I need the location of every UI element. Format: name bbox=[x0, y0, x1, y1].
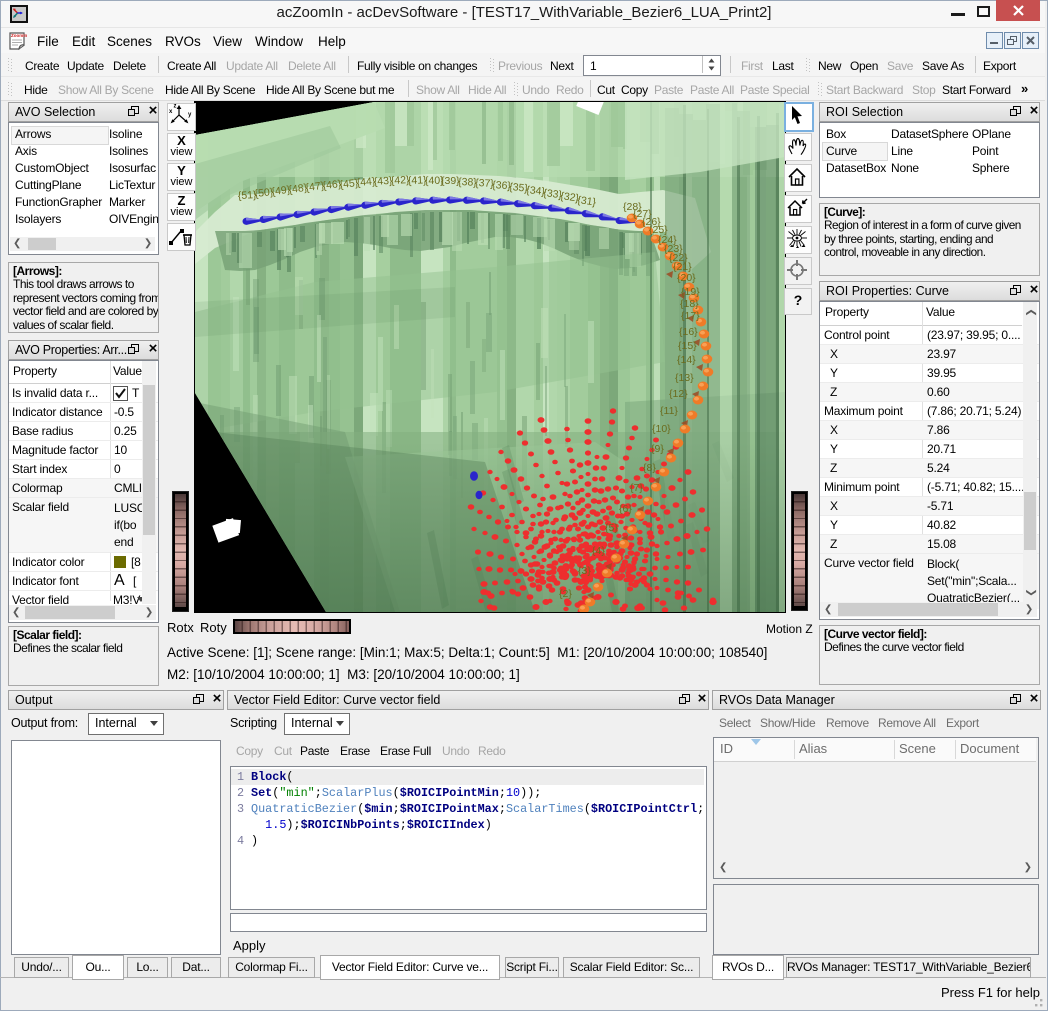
svg-text:{19}: {19} bbox=[681, 286, 700, 298]
svg-text:{16}: {16} bbox=[679, 326, 698, 338]
svg-text:{4}: {4} bbox=[592, 545, 605, 557]
svg-text:{2}: {2} bbox=[559, 588, 572, 600]
svg-text:{3}: {3} bbox=[578, 565, 591, 577]
svg-text:z: z bbox=[174, 104, 177, 110]
svg-text:{8}: {8} bbox=[643, 462, 656, 474]
svg-text:x: x bbox=[169, 109, 173, 115]
svg-text:{20}: {20} bbox=[677, 272, 696, 284]
svg-text:{11}: {11} bbox=[660, 405, 678, 417]
svg-text:{9}: {9} bbox=[651, 443, 664, 455]
svg-text:{17}: {17} bbox=[681, 310, 700, 322]
svg-text:y: y bbox=[188, 112, 192, 118]
svg-text:{10}: {10} bbox=[652, 423, 671, 435]
svg-text:{18}: {18} bbox=[680, 298, 699, 310]
svg-text:{15}: {15} bbox=[678, 340, 697, 352]
svg-text:{5}: {5} bbox=[605, 522, 618, 534]
svg-text:{7}: {7} bbox=[630, 482, 643, 494]
svg-text:{14}: {14} bbox=[677, 354, 696, 366]
svg-text:{6}: {6} bbox=[619, 503, 632, 515]
svg-text:{12}: {12} bbox=[669, 388, 688, 400]
svg-text:{13}: {13} bbox=[675, 372, 694, 384]
svg-text:ZoomIn: ZoomIn bbox=[11, 33, 27, 38]
